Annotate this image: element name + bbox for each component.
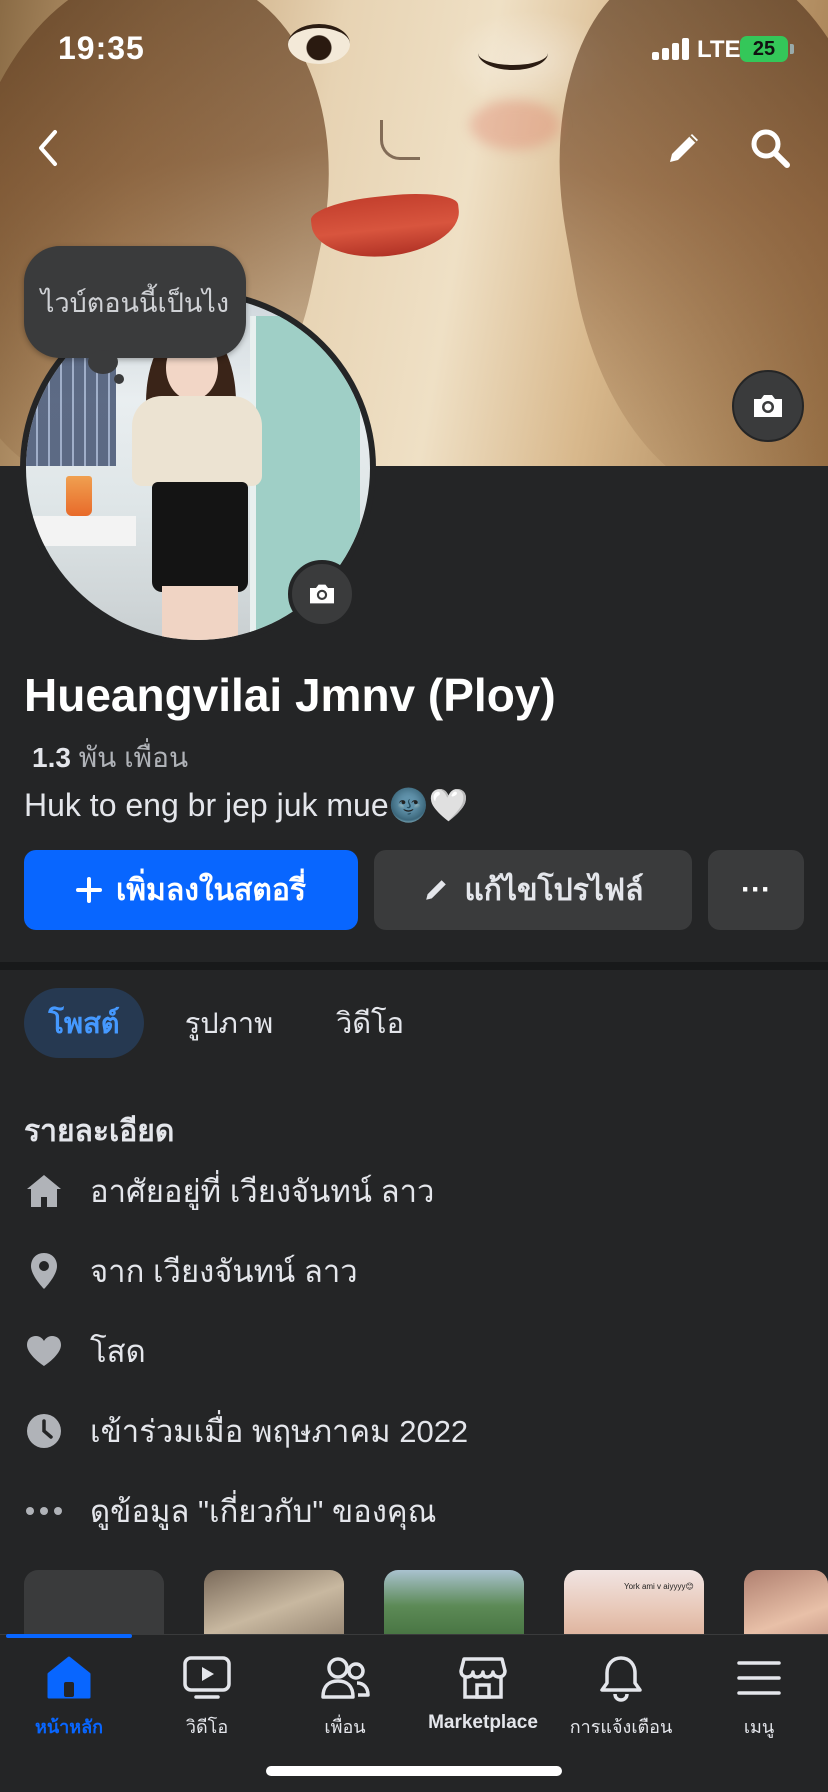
home-indicator[interactable] [266,1766,562,1776]
detail-text: จาก เวียงจันทน์ ลาว [90,1254,358,1289]
nav-label: การแจ้งเตือน [569,1717,673,1737]
camera-icon [310,584,334,604]
edit-cover-button[interactable] [654,118,714,178]
nav-marketplace[interactable]: Marketplace [414,1652,552,1742]
nav-menu[interactable]: เมนู [690,1652,828,1742]
profile-bio: Huk to eng br jep juk mue🌚🤍 [24,787,469,823]
search-icon [751,129,790,168]
detail-see-about[interactable]: ดูข้อมูล "เกี่ยวกับ" ของคุณ [24,1486,436,1536]
more-options-label: ··· [741,873,771,906]
chevron-left-icon [39,130,57,166]
avatar-person-top [132,396,262,486]
heart-icon [24,1331,64,1371]
home-icon [24,1171,64,1211]
nav-friends[interactable]: เพื่อน [276,1652,414,1742]
cover-art-lips [309,188,463,264]
note-text: ไวบ์ตอนนี้เป็นไง [40,287,230,318]
network-type: LTE [697,36,741,63]
add-to-story-button[interactable]: เพิ่มลงในสตอรี่ [24,850,358,930]
signal-icon [652,38,692,60]
edit-profile-button[interactable]: แก้ไขโปรไฟล์ [374,850,692,930]
section-divider [0,962,828,970]
detail-text: โสด [90,1334,146,1369]
detail-text: อาศัยอยู่ที่ เวียงจันทน์ ลาว [90,1174,435,1209]
status-time: 19:35 [58,30,145,66]
bell-icon [595,1652,647,1704]
cover-art-nose [380,120,420,160]
friends-icon [319,1652,371,1704]
note-bubble[interactable]: ไวบ์ตอนนี้เป็นไง [24,246,246,358]
detail-text: เข้าร่วมเมื่อ พฤษภาคม 2022 [90,1414,469,1449]
edit-profile-label: แก้ไขโปรไฟล์ [464,873,644,907]
plus-icon [76,877,103,903]
friends-number: 1.3 [32,742,71,773]
detail-text: ดูข้อมูล "เกี่ยวกับ" ของคุณ [90,1494,437,1529]
details-heading: รายละเอียด [24,1115,175,1148]
pencil-icon [426,880,447,900]
tab-posts[interactable]: โพสต์ [24,988,144,1058]
battery-icon: 25 [740,36,788,62]
camera-icon [754,395,782,417]
battery-level: 25 [752,38,776,60]
battery-cap [790,44,794,54]
home-icon [43,1652,95,1704]
friends-label: พัน เพื่อน [78,742,189,773]
profile-name: Hueangvilai Jmnv (Ploy) [24,669,556,721]
nav-label: เพื่อน [324,1717,366,1737]
avatar-bg-drink [66,476,92,516]
cover-art-blush [470,100,560,150]
detail-lives-in: อาศัยอยู่ที่ เวียงจันทน์ ลาว [24,1166,434,1216]
more-dots-icon [24,1491,64,1531]
add-to-story-label: เพิ่มลงในสตอรี่ [116,873,306,907]
nav-label: เมนู [743,1717,775,1737]
tab-photos[interactable]: รูปภาพ [164,988,294,1058]
pencil-icon [670,134,698,162]
more-options-button[interactable]: ··· [708,850,804,930]
detail-relationship: โสด [24,1326,146,1376]
detail-joined: เข้าร่วมเมื่อ พฤษภาคม 2022 [24,1406,468,1456]
avatar-bg-table [26,516,136,546]
location-pin-icon [24,1251,64,1291]
note-bubble-tail [88,350,118,374]
search-button[interactable] [740,118,800,178]
note-bubble-tail-dot [114,374,124,384]
detail-from: จาก เวียงจันทน์ ลาว [24,1246,358,1296]
nav-notifications[interactable]: การแจ้งเตือน [552,1652,690,1742]
clock-icon [24,1411,64,1451]
back-button[interactable] [18,118,78,178]
status-bar: 19:35 LTE 25 [0,0,828,100]
nav-label: วิดีโอ [185,1717,229,1737]
nav-label: หน้าหลัก [34,1717,104,1737]
nav-label: Marketplace [428,1712,538,1733]
menu-icon [733,1652,785,1704]
avatar-camera-button[interactable] [288,560,356,628]
marketplace-icon [457,1652,509,1704]
tab-videos[interactable]: วิดีโอ [314,988,426,1058]
friends-count[interactable]: 1.3 พัน เพื่อน [32,736,188,780]
avatar-person-legs [162,586,238,640]
thumbnail-caption: York ami v aiyyyy😊 [624,1582,694,1591]
nav-home[interactable]: หน้าหลัก [0,1652,138,1742]
avatar-person-skirt [152,482,248,592]
video-icon [181,1652,233,1704]
cover-camera-button[interactable] [732,370,804,442]
nav-video[interactable]: วิดีโอ [138,1652,276,1742]
active-tab-indicator [6,1634,132,1638]
